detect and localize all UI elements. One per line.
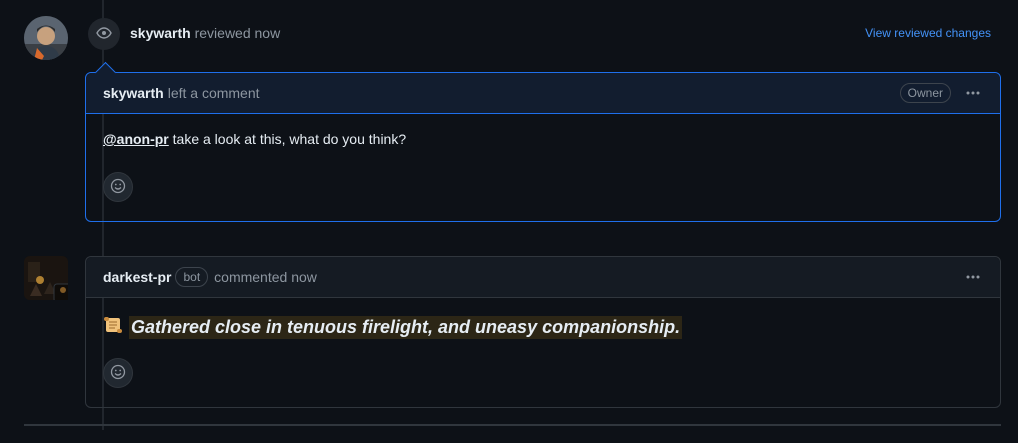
comment-meta-text: left a comment [167,85,260,101]
avatar-skywarth[interactable] [24,16,68,60]
review-author-link[interactable]: skywarth [130,25,191,41]
user-mention-link[interactable]: @anon-pr [103,131,169,147]
bot-comment-meta: commented now [214,269,317,285]
bot-comment-header: darkest-pr bot commented now [86,257,1000,298]
timeline-divider [24,424,1001,426]
comment-author-link[interactable]: skywarth [103,85,164,101]
review-comment-header: skywarth left a comment Owner [86,73,1000,114]
eye-icon [96,25,112,44]
bot-badge: bot [175,267,209,287]
smiley-icon [110,178,126,197]
add-reaction-button[interactable] [103,358,133,388]
smiley-icon [110,364,126,383]
review-action-text: reviewed now [194,25,281,41]
review-event-badge [88,18,120,50]
bot-comment-text: Gathered close in tenuous firelight, and… [129,316,683,339]
bot-author-link[interactable]: darkest-pr [103,269,171,285]
kebab-horizontal-icon[interactable] [963,269,983,285]
view-reviewed-changes-link[interactable]: View reviewed changes [865,26,991,40]
bot-comment-box: darkest-pr bot commented now Gathered cl… [85,256,1001,408]
scroll-icon [103,315,123,340]
review-header: skywarth reviewed now [130,25,280,41]
kebab-horizontal-icon[interactable] [963,85,983,101]
comment-text: take a look at this, what do you think? [168,131,407,147]
owner-badge: Owner [899,83,951,103]
add-reaction-button[interactable] [103,172,133,202]
review-comment-box: skywarth left a comment Owner @anon-pr t… [85,61,1001,222]
bot-comment-body: Gathered close in tenuous firelight, and… [86,298,1000,340]
review-comment-body: @anon-pr take a look at this, what do yo… [86,114,1000,147]
avatar-darkest-pr[interactable] [24,256,73,303]
